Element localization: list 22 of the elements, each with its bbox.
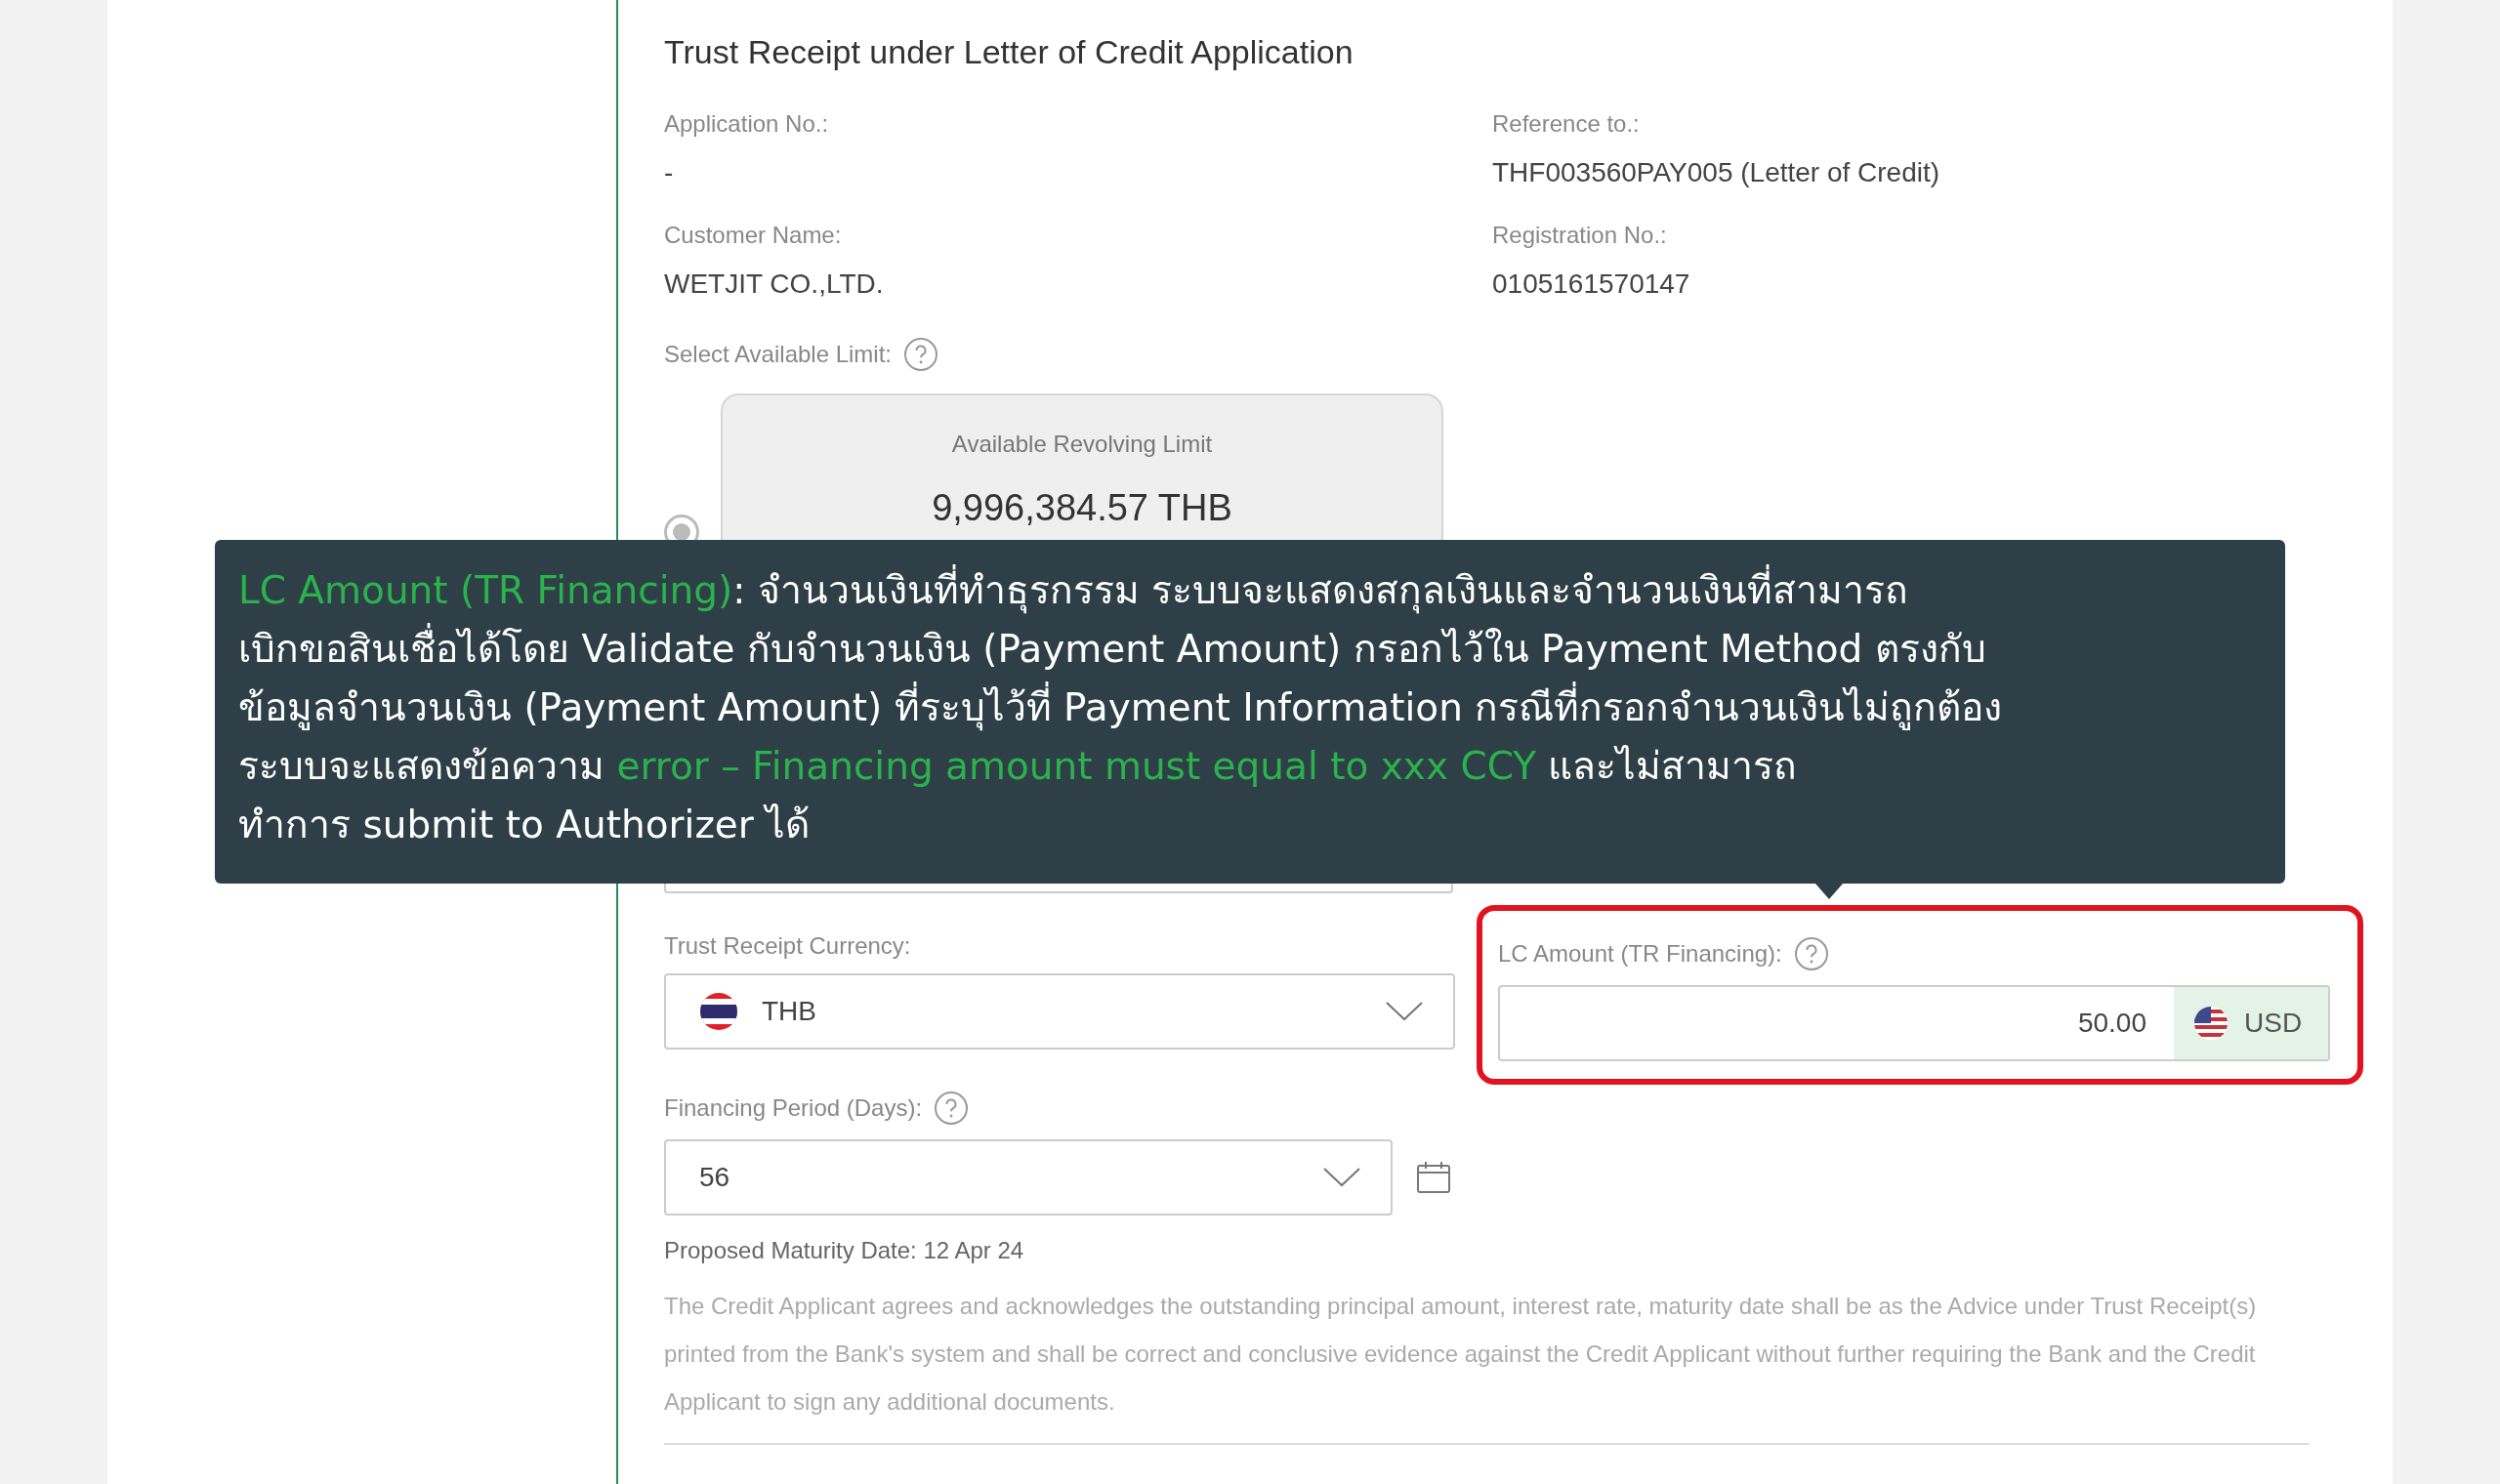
field-value: WETJIT CO.,LTD. — [664, 268, 885, 300]
currency-dropdown[interactable]: THB — [664, 973, 1455, 1050]
disclaimer-text: The Credit Applicant agrees and acknowledges the outstanding principal amount, interest rate, maturity date shall be as the Advice under Trust Receipt(s) printed from the Bank's system and shall be correct and conclusive evidence against the Credit Applicant without further requiring the Bank and the Credit Applicant to sign any additional documents. — [664, 1292, 2258, 1417]
field-label: Financing Period (Days): — [664, 1094, 923, 1122]
field-value: - — [664, 157, 675, 188]
card-title: Available Revolving Limit — [951, 431, 1213, 458]
currency-code: USD — [2244, 1008, 2303, 1039]
field-value: 0105161570147 — [1492, 268, 1691, 300]
amount-field[interactable]: 50.00 USD — [1498, 985, 2330, 1061]
field-label: Trust Receipt Currency: — [664, 932, 912, 960]
field-label: Customer Name: — [664, 222, 843, 249]
field-value: THF003560PAY005 (Letter of Credit) — [1492, 157, 1941, 188]
form-title: Trust Receipt under Letter of Credit Application — [664, 33, 1354, 71]
field-label: Registration No.: — [1492, 222, 1668, 249]
field-label: Select Available Limit: — [664, 341, 892, 368]
tooltip: LC Amount (TR Financing): จำนวนเงินที่ทำธุรกรรม ระบบจะแสดงสกุลเงินและจำนวนเงินที่สามารถ เบิกขอสินเชื่อได้โดย Validate กับจำนวนเงิน (Payment Amount) กรอกไว้ใน Payment Method ตรงกับ ข้อมูลจำนวนเงิน (Payment Amount) ที่ระบุไว้ที่ Payment Information กรณีที่กรอกจำนวนเงินไม่ถูกต้อง ระบบจะแสดงข้อความ error – Financing amount must equal to xxx CCY และไม่สามารถ ทำการ submit to Authorizer ได้ — [215, 540, 2285, 884]
field-label: LC Amount (TR Financing): — [1498, 940, 1782, 968]
field-label: Application No.: — [664, 110, 830, 138]
field-label: Reference to.: — [1492, 110, 1641, 138]
maturity-date: Proposed Maturity Date: 12 Apr 24 — [664, 1237, 1025, 1264]
period-dropdown[interactable]: 56 — [664, 1139, 1393, 1216]
limit-amount: 9,996,384.57 THB — [932, 487, 1232, 529]
